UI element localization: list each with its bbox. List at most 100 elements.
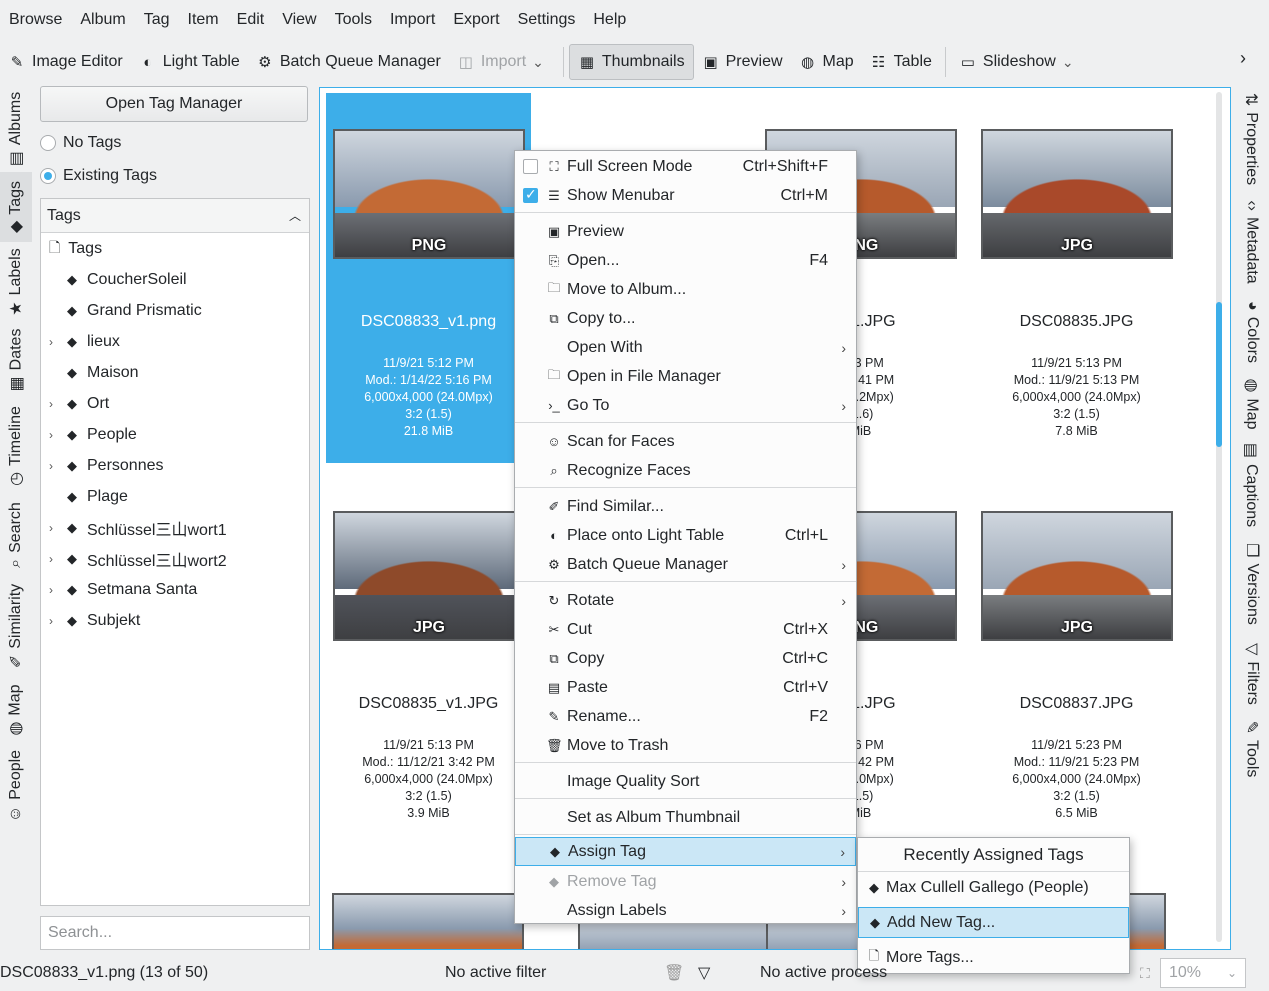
tag-tree-item[interactable]: › ◆ lieux	[41, 326, 309, 357]
preview-button[interactable]: ▣ Preview	[694, 44, 791, 80]
tab-captions[interactable]: ▤ Captions	[1234, 436, 1269, 534]
tab-people[interactable]: ☺ People	[0, 744, 32, 828]
menu-quality-sort[interactable]: Image Quality Sort	[515, 767, 856, 796]
tag-tree-item[interactable]: ◆ Plage	[41, 481, 309, 512]
thumbnail-item[interactable]: PNG DSC08833_v1.png 11/9/21 5:12 PM Mod.: 1…	[326, 93, 531, 463]
tag-tree-item[interactable]: › ◆ Schlüssel三山wort2	[41, 543, 309, 574]
tag-tree-item[interactable]: › ◆ Setmana Santa	[41, 574, 309, 605]
menu-scan-faces[interactable]: ☺ Scan for Faces	[515, 427, 856, 456]
image-editor-button[interactable]: ✎ Image Editor	[0, 44, 131, 80]
tag-tree-item[interactable]: ◆ Grand Prismatic	[41, 295, 309, 326]
menu-show-menubar[interactable]: ☰Show MenubarCtrl+M	[515, 181, 856, 210]
menu-settings[interactable]: Settings	[509, 0, 585, 40]
tab-labels[interactable]: ★ Labels	[0, 242, 32, 322]
menu-preview[interactable]: ▣ Preview	[515, 217, 856, 246]
scroll-thumb[interactable]	[1216, 302, 1222, 447]
fit-icon[interactable]: ⛶	[1140, 965, 1150, 982]
import-button[interactable]: ◫ Import ⌄	[449, 44, 558, 80]
light-table-button[interactable]: ◐ Light Table	[131, 44, 248, 80]
toolbar-overflow-icon[interactable]: ›	[1240, 48, 1246, 69]
tag-tree-item[interactable]: ◆ Maison	[41, 357, 309, 388]
menu-tools[interactable]: Tools	[326, 0, 381, 40]
expand-arrow-icon[interactable]: ›	[49, 335, 53, 349]
menu-cut[interactable]: ✂ Cut Ctrl+X	[515, 615, 856, 644]
menu-rotate[interactable]: ↻ Rotate ›	[515, 586, 856, 615]
menu-album[interactable]: Album	[71, 0, 134, 40]
menu-export[interactable]: Export	[444, 0, 508, 40]
menu-batch-queue[interactable]: ⚙ Batch Queue Manager ›	[515, 550, 856, 579]
tab-tags[interactable]: ◆ Tags	[0, 172, 32, 242]
expand-arrow-icon[interactable]: ›	[49, 459, 53, 473]
expand-arrow-icon[interactable]: ›	[49, 614, 53, 628]
tag-tree-item[interactable]: › ◆ Personnes	[41, 450, 309, 481]
menu-assign-tag[interactable]: ◆ Assign Tag ›	[515, 837, 856, 866]
existing-tags-radio[interactable]: Existing Tags	[40, 167, 157, 185]
menu-place-light-table[interactable]: ◐ Place onto Light Table Ctrl+L	[515, 521, 856, 550]
menu-open[interactable]: ⎘ Open... F4	[515, 246, 856, 275]
menu-album-thumbnail[interactable]: Set as Album Thumbnail	[515, 803, 856, 832]
tab-map-right[interactable]: ◍ Map	[1234, 372, 1269, 436]
expand-arrow-icon[interactable]: ›	[49, 552, 53, 566]
tab-map[interactable]: ◍ Map	[0, 676, 32, 744]
tag-tree-item[interactable]: › ◆ Schlüssel三山wort1	[41, 512, 309, 543]
slideshow-button[interactable]: ▭ Slideshow ⌄	[951, 44, 1088, 80]
menu-help[interactable]: Help	[584, 0, 635, 40]
thumbnail-item[interactable]: JPG DSC08837.JPG 11/9/21 5:23 PM Mod.: 11/9…	[974, 475, 1179, 845]
tab-timeline[interactable]: ◷ Timeline	[0, 398, 32, 494]
tab-filters[interactable]: ▽ Filters	[1234, 634, 1269, 714]
menu-tag[interactable]: Tag	[135, 0, 179, 40]
menu-paste[interactable]: ▤ Paste Ctrl+V	[515, 673, 856, 702]
menu-rename[interactable]: ✎ Rename... F2	[515, 702, 856, 731]
tab-colors[interactable]: ◕ Colors	[1234, 292, 1269, 372]
expand-arrow-icon[interactable]: ›	[49, 521, 53, 535]
menu-item[interactable]: Item	[179, 0, 228, 40]
tab-properties[interactable]: ⇅ Properties	[1234, 86, 1269, 192]
tree-root[interactable]: 🗋 Tags	[41, 233, 309, 264]
batch-queue-button[interactable]: ⚙ Batch Queue Manager	[248, 44, 449, 80]
tab-search[interactable]: ⌕ Search	[0, 494, 32, 576]
tag-tree-item[interactable]: › ◆ Ort	[41, 388, 309, 419]
menu-assign-labels[interactable]: Assign Labels ›	[515, 896, 856, 925]
menu-remove-tag[interactable]: ◆ Remove Tag ›	[515, 867, 856, 896]
add-new-tag-item[interactable]: ◆ Add New Tag...	[858, 907, 1129, 938]
menu-copy[interactable]: ⧉ Copy Ctrl+C	[515, 644, 856, 673]
thumbnail-item[interactable]: JPG DSC08835.JPG 11/9/21 5:13 PM Mod.: 11/9…	[974, 93, 1179, 463]
tag-search-input[interactable]: Search...	[40, 916, 310, 950]
trash-icon[interactable]: 🗑	[664, 963, 684, 983]
menu-edit[interactable]: Edit	[228, 0, 274, 40]
menu-full-screen[interactable]: ⛶ Full Screen Mode Ctrl+Shift+F	[515, 152, 856, 181]
thumbnail-item[interactable]: JPG DSC08835_v1.JPG 11/9/21 5:13 PM Mod.: 1…	[326, 475, 531, 845]
tab-tools[interactable]: ✎ Tools	[1234, 714, 1269, 784]
expand-arrow-icon[interactable]: ›	[49, 397, 53, 411]
menu-move-trash[interactable]: 🗑 Move to Trash	[515, 731, 856, 760]
recent-tag-item[interactable]: ◆ Max Cullell Gallego (People)	[858, 872, 1129, 903]
menu-browse[interactable]: Browse	[0, 0, 71, 40]
thumbnails-button[interactable]: ▦ Thumbnails	[568, 44, 694, 80]
menu-move-to-album[interactable]: 🗀 Move to Album...	[515, 275, 856, 304]
menu-recognize-faces[interactable]: ⌕ Recognize Faces	[515, 456, 856, 485]
tab-similarity[interactable]: ✐ Similarity	[0, 576, 32, 676]
expand-arrow-icon[interactable]: ›	[49, 428, 53, 442]
tag-tree-item[interactable]: › ◆ Subjekt	[41, 605, 309, 636]
tree-header[interactable]: Tags ︿	[41, 199, 309, 233]
menu-copy-to[interactable]: ⧉ Copy to...	[515, 304, 856, 333]
tag-tree-item[interactable]: ◆ CoucherSoleil	[41, 264, 309, 295]
thumbnail-image[interactable]	[332, 893, 524, 949]
menu-view[interactable]: View	[273, 0, 325, 40]
tab-dates[interactable]: ▦ Dates	[0, 322, 32, 398]
tab-metadata[interactable]: ‹› Metadata	[1234, 192, 1269, 292]
expand-arrow-icon[interactable]: ›	[49, 583, 53, 597]
tab-albums[interactable]: ▤ Albums	[0, 86, 32, 172]
menu-go-to[interactable]: ›_ Go To ›	[515, 391, 856, 420]
filter-icon[interactable]: ▽	[698, 963, 710, 983]
menu-find-similar[interactable]: ✐ Find Similar...	[515, 492, 856, 521]
tab-versions[interactable]: ❐ Versions	[1234, 534, 1269, 634]
zoom-input[interactable]: 10% ⌄	[1160, 958, 1246, 988]
map-button[interactable]: ◍ Map	[791, 44, 862, 80]
tag-tree-item[interactable]: › ◆ People	[41, 419, 309, 450]
open-tag-manager-button[interactable]: Open Tag Manager	[40, 86, 308, 122]
table-button[interactable]: ☷ Table	[862, 44, 940, 80]
no-tags-radio[interactable]: No Tags	[40, 134, 121, 152]
menu-import[interactable]: Import	[381, 0, 444, 40]
menu-open-with[interactable]: Open With ›	[515, 333, 856, 362]
